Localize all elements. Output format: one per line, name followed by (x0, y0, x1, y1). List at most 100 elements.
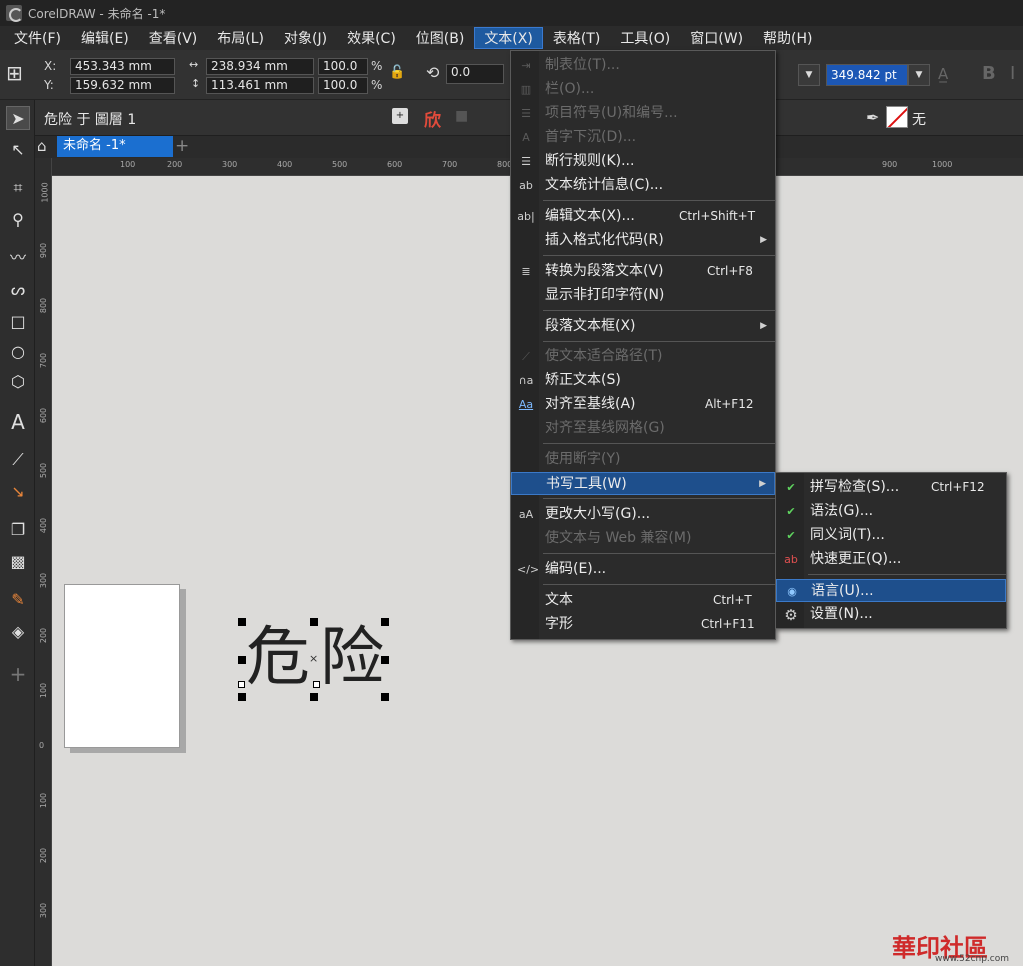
menu-view[interactable]: 查看(V) (139, 27, 208, 49)
menu-item-grammar[interactable]: ✔ 语法(G)... (776, 500, 1006, 523)
ellipse-tool-icon[interactable]: ○ (6, 340, 30, 364)
menu-item-quick-correct[interactable]: ab 快速更正(Q)... (776, 548, 1006, 571)
font-size-field[interactable]: 349.842 pt (826, 64, 908, 86)
interactive-fill-tool-icon[interactable]: ◈ (6, 620, 30, 644)
menu-item-change-case[interactable]: aA 更改大小写(G)... (511, 503, 775, 526)
lock-object-icon[interactable]: + (392, 108, 408, 124)
crop-tool-icon[interactable]: ⌗ (6, 176, 30, 200)
selection-handle[interactable] (238, 618, 246, 626)
menu-item-make-text-web-compatible: 使文本与 Web 兼容(M) (545, 530, 692, 546)
selection-handle[interactable] (381, 618, 389, 626)
scale-x-field[interactable]: 100.0 (318, 58, 368, 75)
tab-document-untitled[interactable]: 未命名 -1* (57, 136, 173, 157)
shape-tool-icon[interactable]: ↖ (6, 138, 30, 162)
menu-item-encode[interactable]: </> 编码(E)... (511, 558, 775, 581)
selection-handle[interactable] (381, 693, 389, 701)
document-page[interactable] (64, 584, 180, 748)
freehand-tool-icon[interactable]: 〰 (6, 246, 30, 270)
frame-icon[interactable]: 欣 (424, 106, 441, 131)
height-field[interactable]: 113.461 mm (206, 77, 314, 94)
vertical-ruler[interactable]: 1000 900 800 700 600 500 400 300 200 100… (35, 158, 52, 966)
menu-item-convert-to-paragraph-text[interactable]: ≣ 转换为段落文本(V) Ctrl+F8 (511, 260, 775, 283)
menu-item-line-break-rules[interactable]: ☰ 断行规则(K)... (511, 150, 775, 173)
lock-ratio-icon[interactable]: 🔓 (389, 65, 405, 80)
settings-gear-icon: ⚙ (784, 606, 798, 624)
menu-item-show-nonprinting-characters[interactable]: 显示非打印字符(N) (511, 284, 775, 307)
menu-separator (543, 255, 775, 256)
rotation-field[interactable]: 0.0 (446, 64, 504, 84)
rectangle-tool-icon[interactable]: □ (6, 310, 30, 334)
unlock-icon[interactable]: ■ (455, 108, 468, 124)
font-size-dropdown-arrow[interactable]: ▼ (908, 64, 930, 86)
menu-bitmaps[interactable]: 位图(B) (406, 27, 475, 49)
menu-item-text[interactable]: 文本 Ctrl+T (511, 589, 775, 612)
polygon-tool-icon[interactable]: ⬡ (6, 370, 30, 394)
menu-layout[interactable]: 布局(L) (207, 27, 274, 49)
y-position-field[interactable]: 159.632 mm (70, 77, 175, 94)
menu-object[interactable]: 对象(J) (274, 27, 337, 49)
connector-tool-icon[interactable]: ↘ (6, 480, 30, 504)
transparency-tool-icon[interactable]: ▩ (6, 550, 30, 574)
menu-item-fit-text-to-path: ⟋ 使文本适合路径(T) (511, 345, 775, 368)
artistic-media-tool-icon[interactable]: ᔕ (6, 278, 30, 302)
text-tool-icon[interactable]: A (6, 410, 30, 434)
home-icon[interactable]: ⌂ (37, 137, 47, 155)
menu-table[interactable]: 表格(T) (543, 27, 610, 49)
parallel-dimension-tool-icon[interactable]: ⟋ (6, 448, 30, 472)
menu-window[interactable]: 窗口(W) (680, 27, 753, 49)
selection-handle[interactable] (381, 656, 389, 664)
menu-file[interactable]: 文件(F) (4, 27, 71, 49)
zoom-tool-icon[interactable]: ⚲ (6, 208, 30, 232)
menu-item-insert-formatting-code[interactable]: 插入格式化代码(R) ▶ (511, 229, 775, 252)
menu-text[interactable]: 文本(X) (474, 27, 543, 49)
object-origin-icon[interactable]: ⊞ (6, 59, 34, 87)
menu-item-settings[interactable]: ⚙ 设置(N)... (776, 603, 1006, 626)
ruler-tick: 900 (882, 160, 898, 169)
node-handle[interactable] (238, 681, 245, 688)
text-style-icon[interactable]: A̲ (938, 65, 948, 83)
font-list-dropdown-arrow[interactable]: ▼ (798, 64, 820, 86)
center-marker-icon: × (309, 652, 319, 665)
node-handle[interactable] (313, 681, 320, 688)
selection-handle[interactable] (310, 618, 318, 626)
width-icon: ↔ (189, 58, 199, 71)
pick-tool-icon[interactable]: ➤ (6, 106, 30, 130)
menu-item-language[interactable]: ◉ 语言(U)... (776, 579, 1006, 602)
menu-item-straighten-text[interactable]: ∩a 矫正文本(S) (511, 369, 775, 392)
selection-handle[interactable] (238, 693, 246, 701)
x-position-field[interactable]: 453.343 mm (70, 58, 175, 75)
menu-item-columns: ▥ 栏(O)... (511, 78, 775, 101)
menu-item-thesaurus[interactable]: ✔ 同义词(T)... (776, 524, 1006, 547)
menu-edit[interactable]: 编辑(E) (71, 27, 139, 49)
menu-item-glyphs[interactable]: 字形 Ctrl+F11 (511, 613, 775, 636)
menu-item-paragraph-text-frame[interactable]: 段落文本框(X) ▶ (511, 315, 775, 338)
ruler-tick: 0 (39, 741, 45, 750)
width-field[interactable]: 238.934 mm (206, 58, 314, 75)
italic-icon[interactable]: I (1010, 63, 1015, 84)
menu-item-align-to-baseline[interactable]: Aa 对齐至基线(A) Alt+F12 (511, 393, 775, 416)
selected-artistic-text[interactable]: 危险 (246, 622, 394, 694)
menu-effects[interactable]: 效果(C) (337, 27, 406, 49)
selection-handle[interactable] (310, 693, 318, 701)
selection-handle[interactable] (238, 656, 246, 664)
ruler-tick: 200 (39, 847, 49, 864)
menu-item-text-statistics[interactable]: ab 文本统计信息(C)... (511, 174, 775, 197)
encode-icon: </> (517, 563, 540, 576)
menu-item-align-to-baseline-grid: 对齐至基线网格(G) (545, 420, 665, 436)
eyedropper-tool-icon[interactable]: ✎ (6, 588, 30, 612)
bold-icon[interactable]: B (982, 63, 996, 84)
pen-nib-icon[interactable]: ✒ (866, 108, 879, 127)
menu-help[interactable]: 帮助(H) (753, 27, 822, 49)
drop-shadow-tool-icon[interactable]: ❐ (6, 518, 30, 542)
new-tab-icon[interactable]: + (175, 136, 189, 156)
ruler-tick: 500 (39, 462, 49, 479)
menu-item-spell-check[interactable]: ✔ 拼写检查(S)... Ctrl+F12 (776, 476, 1006, 499)
add-tool-icon[interactable]: + (6, 662, 30, 686)
menu-separator (543, 498, 775, 499)
thesaurus-icon: ✔ (786, 529, 796, 542)
scale-y-field[interactable]: 100.0 (318, 77, 368, 94)
menu-tools[interactable]: 工具(O) (610, 27, 680, 49)
no-fill-swatch-icon[interactable] (886, 106, 908, 128)
menu-item-edit-text[interactable]: ab| 编辑文本(X)... Ctrl+Shift+T (511, 205, 775, 228)
menu-item-writing-tools[interactable]: 书写工具(W) ▶ (511, 472, 775, 495)
